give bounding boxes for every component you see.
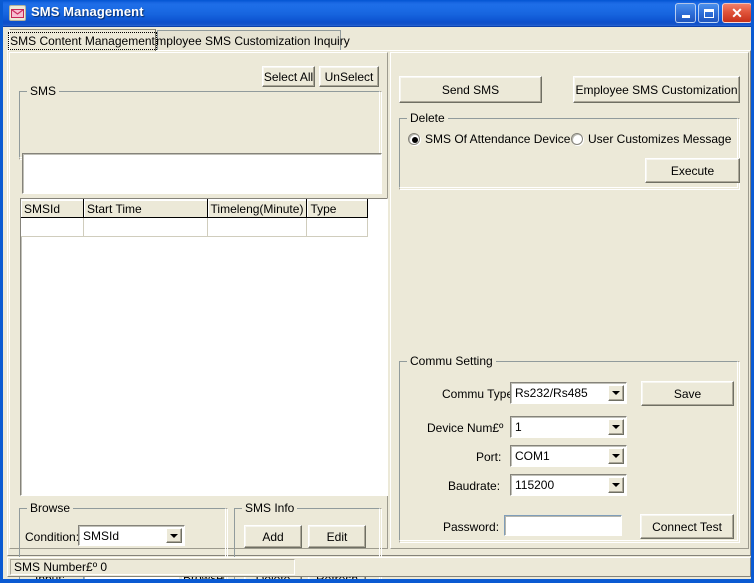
send-sms-button[interactable]: Send SMS bbox=[399, 76, 542, 103]
commu-type-label: Commu Type: bbox=[442, 387, 517, 401]
chevron-down-icon[interactable] bbox=[166, 528, 182, 543]
right-panel: Send SMS Employee SMS Customization Dele… bbox=[390, 52, 749, 549]
left-panel: Select All UnSelect SMS SMSId Start Time… bbox=[9, 52, 388, 579]
port-dropdown[interactable]: COM1 bbox=[510, 445, 627, 467]
tab-label: Employee SMS Customization Inquiry bbox=[148, 33, 350, 48]
port-value: COM1 bbox=[515, 449, 550, 463]
browse-group-title: Browse bbox=[27, 501, 74, 515]
sms-info-group-title: SMS Info bbox=[242, 501, 298, 515]
sms-text-area[interactable] bbox=[22, 153, 382, 194]
connect-test-button[interactable]: Connect Test bbox=[640, 514, 734, 539]
unselect-label: UnSelect bbox=[324, 69, 374, 84]
add-label: Add bbox=[262, 529, 284, 544]
delete-group-title: Delete bbox=[407, 111, 448, 125]
chevron-down-icon[interactable] bbox=[608, 448, 624, 464]
chevron-down-icon[interactable] bbox=[608, 385, 624, 401]
execute-button[interactable]: Execute bbox=[645, 158, 740, 183]
column-header-start-time[interactable]: Start Time bbox=[83, 199, 208, 218]
send-sms-label: Send SMS bbox=[441, 82, 500, 97]
connect-test-label: Connect Test bbox=[652, 519, 722, 534]
tab-sms-content-management[interactable]: SMS Content Management bbox=[8, 29, 157, 51]
condition-value: SMSId bbox=[83, 528, 120, 543]
radio-attendance-label: SMS Of Attendance Device bbox=[425, 132, 571, 146]
minimize-icon bbox=[681, 15, 690, 18]
cell-filler bbox=[367, 217, 387, 237]
column-header-timeleng[interactable]: Timeleng(Minute) bbox=[207, 199, 308, 218]
sms-group: SMS bbox=[19, 84, 382, 160]
edit-button[interactable]: Edit bbox=[308, 525, 366, 548]
port-label: Port: bbox=[476, 450, 502, 464]
column-header-smsid[interactable]: SMSId bbox=[21, 199, 85, 218]
close-button[interactable]: ✕ bbox=[722, 3, 751, 23]
employee-customization-label: Employee SMS Customization bbox=[575, 82, 738, 97]
cell-start-time bbox=[83, 217, 208, 237]
status-bar: SMS Number£º 0 bbox=[7, 557, 751, 577]
maximize-button[interactable] bbox=[698, 3, 719, 23]
column-header-filler bbox=[367, 199, 387, 218]
sms-table: SMSId Start Time Timeleng(Minute) Type bbox=[21, 199, 387, 237]
radio-dot-icon bbox=[408, 133, 420, 145]
table-row[interactable] bbox=[21, 217, 387, 237]
baudrate-label: Baudrate: bbox=[448, 479, 501, 493]
employee-sms-customization-button[interactable]: Employee SMS Customization bbox=[573, 76, 740, 103]
radio-user-label: User Customizes Message bbox=[588, 132, 732, 146]
cell-type bbox=[306, 217, 369, 237]
sms-grid[interactable]: SMSId Start Time Timeleng(Minute) Type bbox=[20, 198, 388, 496]
tab-label: SMS Content Management bbox=[8, 31, 157, 50]
tab-page: Select All UnSelect SMS SMSId Start Time… bbox=[7, 50, 751, 579]
device-num-label: Device Num£º bbox=[427, 421, 504, 435]
minimize-button[interactable] bbox=[675, 3, 696, 23]
commu-type-dropdown[interactable]: Rs232/Rs485 bbox=[510, 382, 627, 404]
close-icon: ✕ bbox=[731, 5, 743, 21]
sms-group-title: SMS bbox=[27, 84, 60, 98]
column-header-type[interactable]: Type bbox=[306, 199, 369, 218]
save-button[interactable]: Save bbox=[641, 381, 734, 406]
sms-management-window: SMS Management ✕ SMS Content Management … bbox=[0, 0, 754, 583]
edit-label: Edit bbox=[326, 529, 348, 544]
commu-type-value: Rs232/Rs485 bbox=[515, 386, 588, 400]
cell-smsid bbox=[21, 217, 85, 237]
device-num-dropdown[interactable]: 1 bbox=[510, 416, 627, 438]
baudrate-dropdown[interactable]: 115200 bbox=[510, 474, 627, 496]
tab-employee-sms-customization-inquiry[interactable]: Employee SMS Customization Inquiry bbox=[148, 30, 350, 50]
status-sms-number: SMS Number£º 0 bbox=[10, 559, 295, 575]
device-num-value: 1 bbox=[515, 420, 522, 434]
execute-label: Execute bbox=[670, 163, 715, 178]
condition-label: Condition: bbox=[25, 530, 80, 544]
title-bar: SMS Management ✕ bbox=[3, 0, 751, 27]
select-all-button[interactable]: Select All bbox=[262, 66, 315, 87]
unselect-button[interactable]: UnSelect bbox=[319, 66, 379, 87]
cell-timeleng bbox=[207, 217, 308, 237]
table-header-row: SMSId Start Time Timeleng(Minute) Type bbox=[21, 199, 387, 218]
envelope-icon bbox=[9, 5, 26, 21]
condition-dropdown[interactable]: SMSId bbox=[78, 525, 185, 546]
radio-dot-icon bbox=[571, 133, 583, 145]
add-button[interactable]: Add bbox=[244, 525, 302, 548]
chevron-down-icon[interactable] bbox=[608, 419, 624, 435]
password-label: Password: bbox=[443, 520, 500, 534]
radio-sms-of-attendance-device[interactable]: SMS Of Attendance Device bbox=[408, 132, 570, 146]
commu-setting-group-title: Commu Setting bbox=[407, 354, 496, 368]
password-field[interactable] bbox=[504, 515, 622, 536]
save-label: Save bbox=[673, 386, 702, 401]
radio-user-customizes-message[interactable]: User Customizes Message bbox=[571, 132, 731, 146]
chevron-down-icon[interactable] bbox=[608, 477, 624, 493]
window-title: SMS Management bbox=[31, 4, 144, 19]
baudrate-value: 115200 bbox=[515, 478, 555, 492]
select-all-label: Select All bbox=[263, 69, 314, 84]
tab-strip: SMS Content Management Employee SMS Cust… bbox=[7, 29, 751, 51]
maximize-icon bbox=[703, 8, 714, 18]
